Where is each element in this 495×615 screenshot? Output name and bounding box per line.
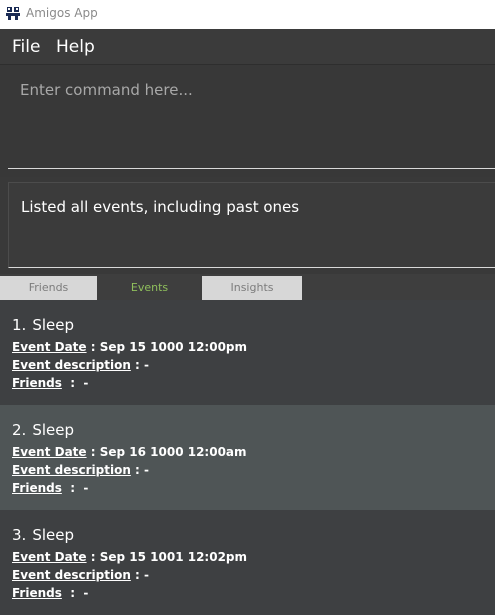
event-description-row: Event description : - xyxy=(12,358,149,372)
event-date-label: Event Date xyxy=(12,340,87,354)
event-date-row: Event Date : Sep 15 1001 12:02pm xyxy=(12,550,247,564)
result-display: Listed all events, including past ones xyxy=(8,182,495,268)
event-friends-label: Friends xyxy=(12,586,62,600)
event-description-value: : - xyxy=(130,568,149,582)
event-card[interactable]: 1. Sleep Event Date : Sep 15 1000 12:00pm… xyxy=(0,300,495,405)
event-friends-value: : - xyxy=(61,586,89,600)
tab-insights[interactable]: Insights xyxy=(202,276,302,300)
event-heading: 2. Sleep xyxy=(12,421,74,439)
app-logo-icon xyxy=(6,7,20,20)
event-date-row: Event Date : Sep 15 1000 12:00pm xyxy=(12,340,247,354)
event-description-label: Event description xyxy=(12,568,131,582)
event-card[interactable]: 2. Sleep Event Date : Sep 16 1000 12:00am… xyxy=(0,405,495,510)
event-card[interactable]: 3. Sleep Event Date : Sep 15 1001 12:02pm… xyxy=(0,510,495,615)
event-name: Sleep xyxy=(32,421,74,439)
result-message: Listed all events, including past ones xyxy=(21,198,300,216)
command-box-panel xyxy=(0,65,495,177)
event-index: 3. xyxy=(12,526,27,544)
event-date-row: Event Date : Sep 16 1000 12:00am xyxy=(12,445,247,459)
event-date-value: : Sep 15 1001 12:02pm xyxy=(86,550,248,564)
event-date-label: Event Date xyxy=(12,445,87,459)
event-index: 2. xyxy=(12,421,27,439)
title-bar: Amigos App xyxy=(0,0,495,29)
tab-friends[interactable]: Friends xyxy=(0,276,97,300)
event-date-value: : Sep 15 1000 12:00pm xyxy=(86,340,248,354)
command-input[interactable] xyxy=(8,65,495,169)
event-friends-value: : - xyxy=(61,481,89,495)
event-name: Sleep xyxy=(32,316,74,334)
window-title: Amigos App xyxy=(26,6,98,20)
event-heading: 3. Sleep xyxy=(12,526,74,544)
tab-events[interactable]: Events xyxy=(99,276,200,300)
event-index: 1. xyxy=(12,316,27,334)
event-description-value: : - xyxy=(130,463,149,477)
event-friends-row: Friends : - xyxy=(12,481,88,495)
menu-bar: File Help xyxy=(0,29,495,65)
event-friends-label: Friends xyxy=(12,481,62,495)
event-friends-row: Friends : - xyxy=(12,376,88,390)
result-panel: Listed all events, including past ones xyxy=(0,177,495,274)
event-date-label: Event Date xyxy=(12,550,87,564)
event-description-label: Event description xyxy=(12,358,131,372)
event-friends-label: Friends xyxy=(12,376,62,390)
event-date-value: : Sep 16 1000 12:00am xyxy=(86,445,247,459)
event-name: Sleep xyxy=(32,526,74,544)
event-list[interactable]: 1. Sleep Event Date : Sep 15 1000 12:00pm… xyxy=(0,300,495,615)
menu-help[interactable]: Help xyxy=(56,37,95,57)
event-description-row: Event description : - xyxy=(12,568,149,582)
menu-file[interactable]: File xyxy=(12,37,40,57)
event-friends-value: : - xyxy=(61,376,89,390)
event-description-row: Event description : - xyxy=(12,463,149,477)
event-description-label: Event description xyxy=(12,463,131,477)
event-friends-row: Friends : - xyxy=(12,586,88,600)
event-description-value: : - xyxy=(130,358,149,372)
tab-bar: Friends Events Insights xyxy=(0,274,495,300)
event-heading: 1. Sleep xyxy=(12,316,74,334)
